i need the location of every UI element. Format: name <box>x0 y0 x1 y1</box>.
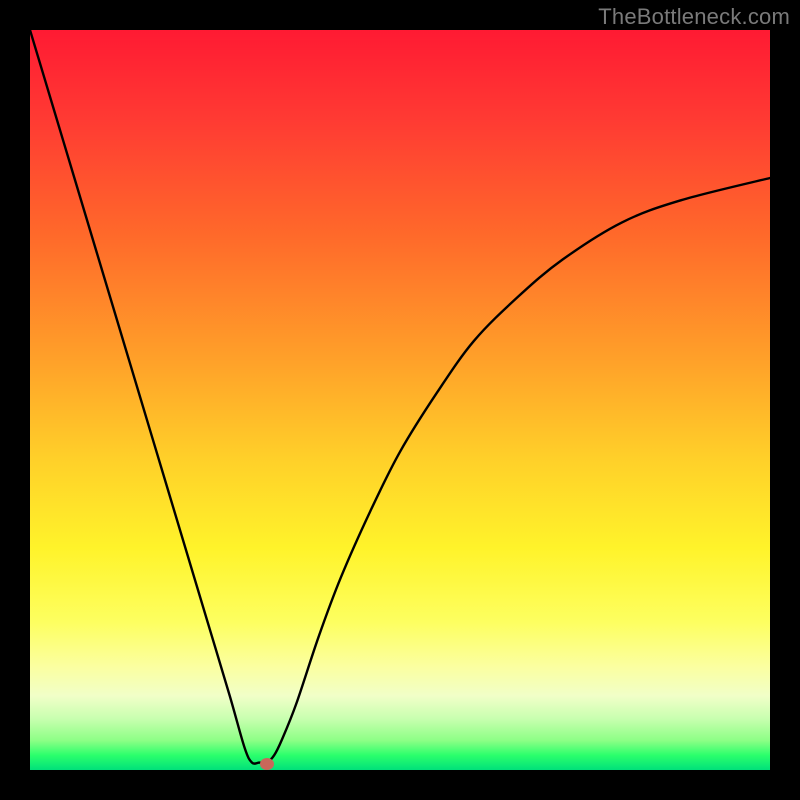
chart-curve <box>30 30 770 770</box>
chart-frame: TheBottleneck.com <box>0 0 800 800</box>
watermark-text: TheBottleneck.com <box>598 4 790 30</box>
chart-marker-dot <box>260 758 274 770</box>
chart-plot-area <box>30 30 770 770</box>
